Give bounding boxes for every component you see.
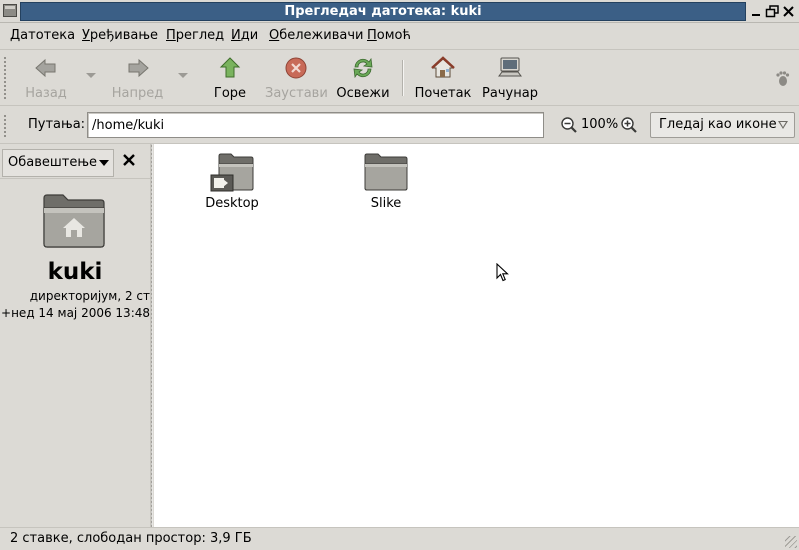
zoom-out-icon[interactable] [560, 116, 578, 134]
menu-file[interactable]: Датотека [10, 28, 75, 43]
home-icon [431, 56, 455, 78]
side-pane: Обавештење kuki директоријум, 2 ст +нед … [0, 144, 150, 527]
menu-go[interactable]: Иди [231, 28, 258, 43]
pane-divider[interactable] [150, 144, 153, 527]
desktop-folder-icon [210, 153, 254, 192]
resize-grip[interactable] [785, 536, 797, 548]
back-history-arrow[interactable] [86, 73, 96, 78]
close-side-pane-button[interactable] [122, 153, 136, 171]
back-arrow-icon [35, 58, 56, 78]
up-label: Горе [213, 86, 247, 101]
menu-help-mnemonic: П [367, 28, 377, 43]
toolbar-separator [402, 60, 404, 96]
side-pane-header: Обавештење [0, 147, 150, 179]
close-icon [123, 154, 135, 166]
side-pane-selector[interactable]: Обавештење [2, 149, 114, 177]
back-button[interactable]: Назад [22, 53, 70, 103]
folder-description: директоријум, 2 ст [29, 289, 150, 303]
menu-edit-label: ређивање [89, 28, 159, 43]
close-icon [783, 6, 794, 17]
menu-help-label: омоћ [376, 28, 411, 43]
computer-icon [498, 57, 522, 77]
zoom-in-icon[interactable] [620, 116, 638, 134]
restore-icon [765, 5, 779, 18]
menu-view-label: реглед [175, 28, 225, 43]
file-item-desktop[interactable]: Desktop [200, 152, 264, 211]
computer-button[interactable]: Рачунар [481, 53, 539, 103]
reload-label: Освежи [336, 86, 390, 101]
file-item-slike[interactable]: Slike [354, 152, 418, 211]
location-input[interactable] [87, 112, 544, 138]
zoom-level[interactable]: 100% [581, 117, 618, 132]
reload-button[interactable]: Освежи [336, 53, 390, 103]
forward-label: Напред [111, 86, 164, 101]
back-label: Назад [25, 86, 67, 101]
reload-icon [353, 57, 373, 79]
menu-edit-mnemonic: У [82, 28, 90, 43]
menu-help[interactable]: Помоћ [367, 28, 411, 43]
side-pane-selector-label: Обавештење [8, 155, 98, 170]
up-arrow-icon [219, 57, 241, 78]
menu-view[interactable]: Преглед [166, 28, 224, 43]
title-bar: Прегледач датотека: kuki [0, 0, 799, 23]
maximize-button[interactable] [765, 4, 780, 19]
home-folder-icon [43, 194, 105, 248]
menu-edit[interactable]: Уређивање [82, 28, 158, 43]
gnome-foot-icon [776, 71, 790, 86]
up-button[interactable]: Горе [208, 53, 252, 103]
icon-view[interactable]: Desktop Slike [154, 144, 799, 527]
location-label: Путања: [28, 117, 86, 132]
menu-go-mnemonic: И [231, 28, 241, 43]
forward-button[interactable]: Напред [110, 53, 165, 103]
folder-modified-date: +нед 14 мај 2006 13:48 [1, 306, 150, 320]
menu-bookmarks[interactable]: Обележивачи [269, 28, 363, 43]
file-name: Slike [370, 196, 402, 211]
folder-name: kuki [47, 259, 103, 285]
location-bar-grip[interactable] [3, 114, 7, 138]
view-mode-label: Гледај као иконе [659, 117, 777, 132]
forward-arrow-icon [128, 58, 149, 78]
home-label: Почетак [414, 86, 472, 101]
chevron-down-icon [778, 121, 788, 129]
toolbar-grip[interactable] [3, 56, 7, 100]
forward-history-arrow[interactable] [178, 73, 188, 78]
minimize-button[interactable] [749, 4, 764, 19]
toolbar: Назад Напред Горе Заустави Освежи Почета… [0, 50, 799, 106]
file-name: Desktop [205, 196, 259, 211]
status-text: 2 ставке, слободан простор: 3,9 ГБ [10, 531, 252, 546]
menu-go-label: ди [240, 28, 259, 43]
close-window-button[interactable] [781, 4, 796, 19]
stop-button[interactable]: Заустави [265, 53, 328, 103]
menu-bookmarks-mnemonic: О [269, 28, 280, 43]
menu-view-mnemonic: П [166, 28, 176, 43]
computer-label: Рачунар [482, 86, 538, 101]
stop-label: Заустави [265, 86, 328, 101]
view-mode-select[interactable]: Гледај као иконе [650, 112, 795, 138]
status-bar: 2 ставке, слободан простор: 3,9 ГБ [0, 527, 799, 550]
window-title: Прегледач датотека: kuki [284, 4, 482, 19]
menu-bar: Датотека Уређивање Преглед Иди Обележива… [0, 23, 799, 50]
stop-icon [285, 57, 307, 79]
window-menu-icon[interactable] [3, 4, 17, 17]
dropdown-arrow-icon [99, 159, 110, 166]
mouse-pointer-icon [496, 263, 509, 282]
folder-icon [364, 153, 408, 191]
minimize-icon [752, 14, 760, 16]
home-button[interactable]: Почетак [414, 53, 472, 103]
menu-bookmarks-label: бележивачи [279, 28, 364, 43]
menu-file-label: атотека [20, 28, 76, 43]
location-bar: Путања: 100% Гледај као иконе [0, 106, 799, 144]
menu-file-mnemonic: Д [10, 28, 21, 43]
